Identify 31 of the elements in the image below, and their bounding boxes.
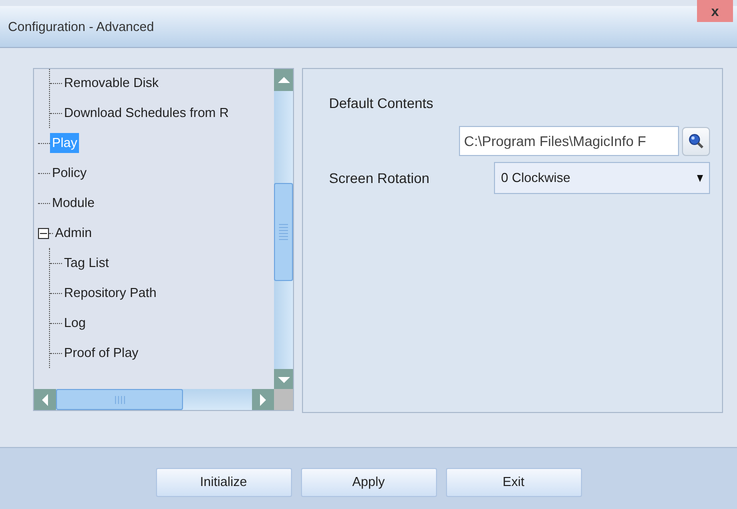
dialog-button[interactable]: Apply — [300, 468, 436, 496]
window-title: Configuration - Advanced — [8, 18, 154, 36]
browse-button[interactable] — [682, 126, 710, 156]
tree-item[interactable]: Policy — [50, 163, 89, 183]
scroll-down-button[interactable] — [274, 369, 293, 391]
scroll-thumb[interactable] — [56, 389, 183, 410]
tree-item[interactable]: Proof of Play — [62, 343, 140, 363]
dropdown-caret-icon — [697, 174, 703, 182]
vertical-scrollbar[interactable] — [274, 69, 293, 391]
scroll-thumb[interactable] — [274, 183, 293, 281]
close-button[interactable]: x — [697, 0, 733, 22]
path-field[interactable]: C:\Program Files\MagicInfo F — [459, 126, 679, 156]
collapse-icon[interactable] — [38, 228, 49, 238]
scroll-right-button[interactable] — [252, 389, 274, 410]
dialog-button[interactable]: Initialize — [156, 468, 292, 496]
tree-item[interactable]: Removable Disk — [62, 73, 161, 93]
tree-item[interactable]: Admin — [53, 223, 94, 243]
search-icon — [688, 133, 704, 149]
field-label: Default Contents — [329, 94, 434, 113]
tree-item[interactable]: Repository Path — [62, 283, 158, 303]
rotation-dropdown[interactable]: 0 Clockwise — [494, 162, 710, 194]
scrollbar-corner — [274, 389, 293, 410]
dialog-button[interactable]: Exit — [446, 468, 582, 496]
scroll-left-button[interactable] — [34, 389, 56, 410]
horizontal-scrollbar[interactable] — [34, 389, 274, 410]
tree-item[interactable]: Download Schedules from R — [62, 103, 231, 123]
field-label: Screen Rotation — [329, 168, 430, 188]
tree-item[interactable]: Tag List — [62, 253, 111, 273]
tree-item[interactable]: Log — [62, 313, 88, 333]
scroll-up-button[interactable] — [274, 69, 293, 91]
tree-item[interactable]: Module — [50, 193, 97, 213]
